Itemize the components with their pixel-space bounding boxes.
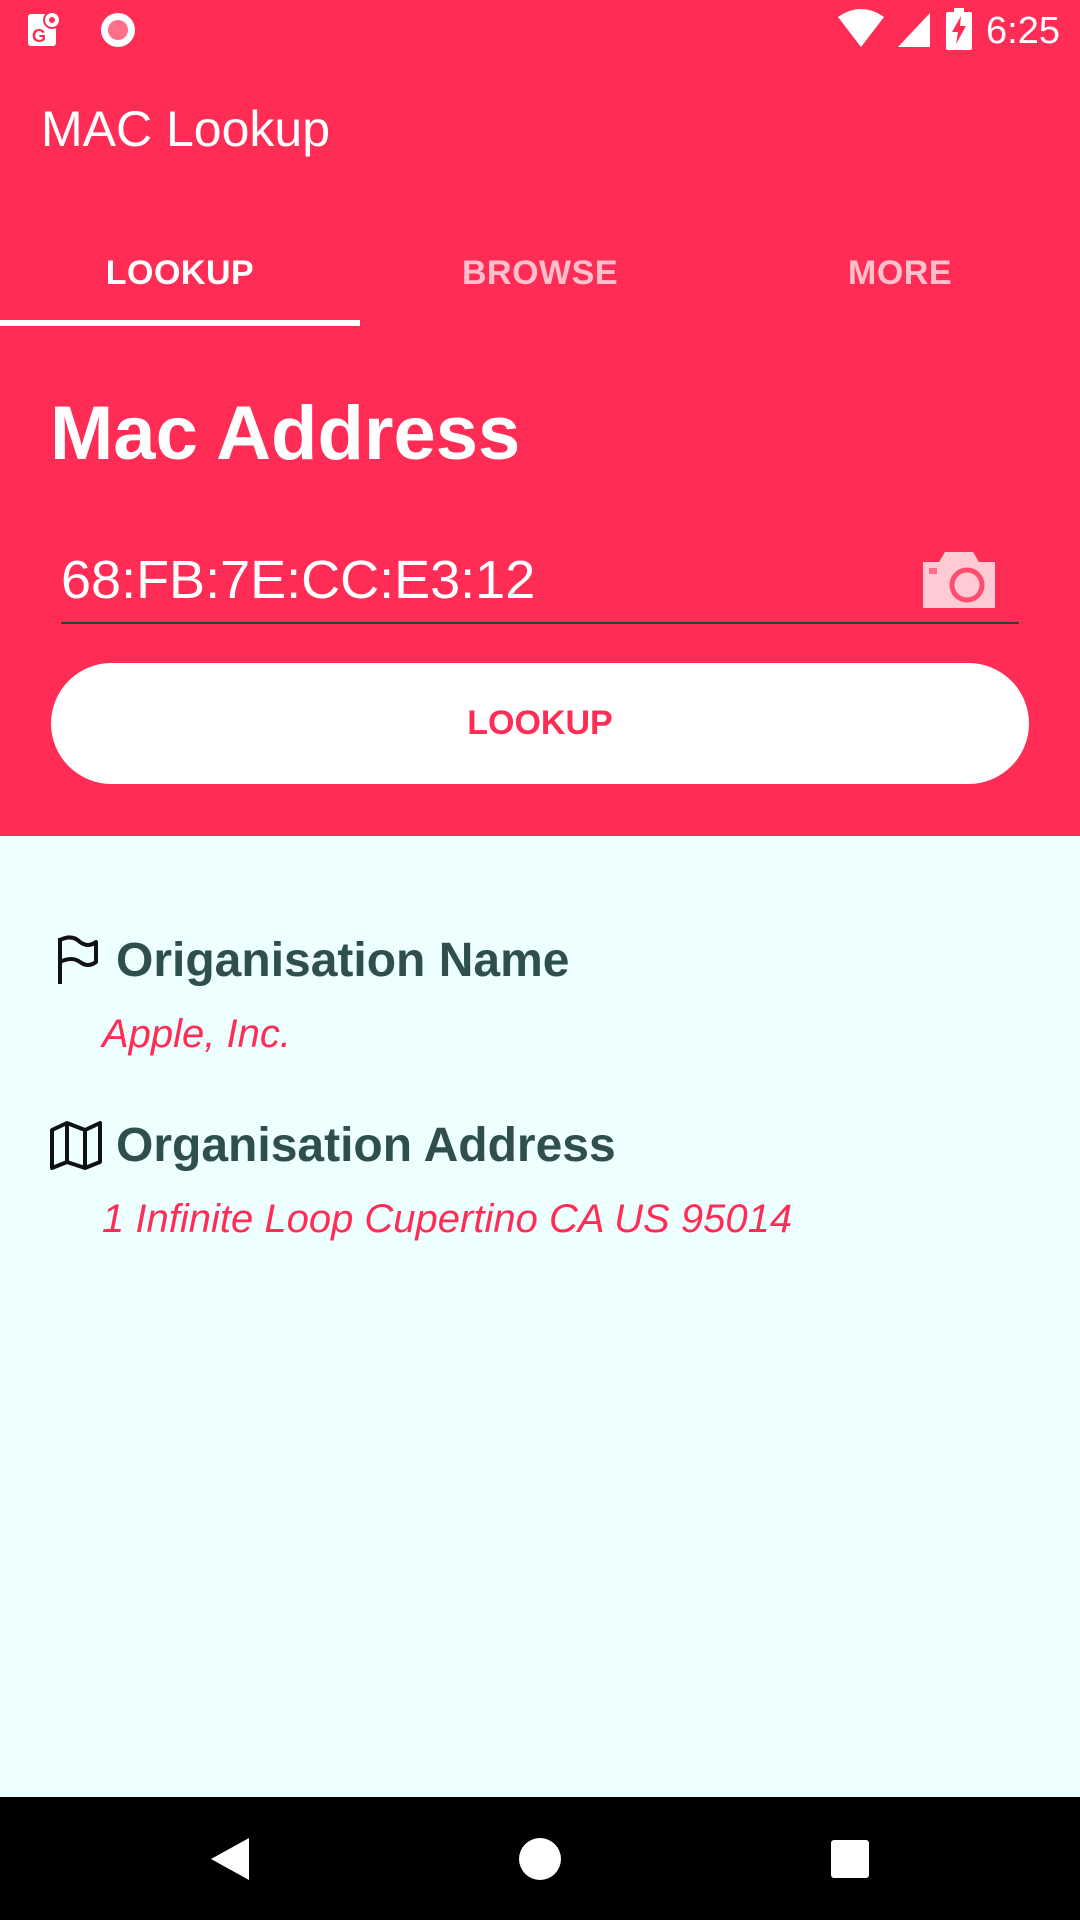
status-time: 6:25 bbox=[986, 10, 1060, 52]
tab-browse-label: BROWSE bbox=[462, 253, 618, 292]
back-icon[interactable] bbox=[170, 1797, 290, 1920]
battery-charging-icon bbox=[946, 8, 973, 55]
camera-icon[interactable] bbox=[919, 548, 999, 612]
record-icon bbox=[98, 10, 138, 55]
org-address-label: Organisation Address bbox=[116, 1118, 616, 1172]
home-icon[interactable] bbox=[480, 1797, 600, 1920]
mac-address-input[interactable] bbox=[61, 540, 921, 620]
tab-lookup-label: LOOKUP bbox=[105, 253, 255, 292]
system-nav-bar bbox=[0, 1797, 1080, 1920]
mac-address-heading: Mac Address bbox=[50, 391, 521, 476]
tab-more[interactable]: MORE bbox=[720, 220, 1080, 326]
signal-icon bbox=[898, 9, 932, 54]
org-name-section: Origanisation Name Apple, Inc. bbox=[46, 930, 569, 1057]
map-icon bbox=[46, 1115, 106, 1175]
status-bar: G 6:25 bbox=[0, 0, 1080, 64]
tab-bar: LOOKUP BROWSE MORE bbox=[0, 220, 1080, 326]
mac-input-row bbox=[61, 540, 1019, 624]
org-name-value: Apple, Inc. bbox=[102, 1012, 292, 1056]
tab-indicator bbox=[0, 320, 360, 326]
svg-text:G: G bbox=[32, 26, 46, 46]
org-address-value: 1 Infinite Loop Cupertino CA US 95014 bbox=[102, 1197, 793, 1241]
recents-icon[interactable] bbox=[790, 1797, 910, 1920]
gallery-map-icon: G bbox=[26, 10, 62, 55]
org-address-section: Organisation Address 1 Infinite Loop Cup… bbox=[46, 1115, 792, 1242]
lookup-button[interactable]: LOOKUP bbox=[51, 663, 1029, 784]
flag-icon bbox=[46, 930, 106, 990]
app-title: MAC Lookup bbox=[41, 101, 331, 157]
org-name-label: Origanisation Name bbox=[116, 933, 570, 987]
tab-more-label: MORE bbox=[848, 253, 952, 292]
wifi-icon bbox=[838, 9, 885, 54]
tab-lookup[interactable]: LOOKUP bbox=[0, 220, 360, 326]
header: G 6:25 MAC Lookup LOOKUP BROWSE MORE Mac… bbox=[0, 0, 1080, 836]
tab-browse[interactable]: BROWSE bbox=[360, 220, 720, 326]
